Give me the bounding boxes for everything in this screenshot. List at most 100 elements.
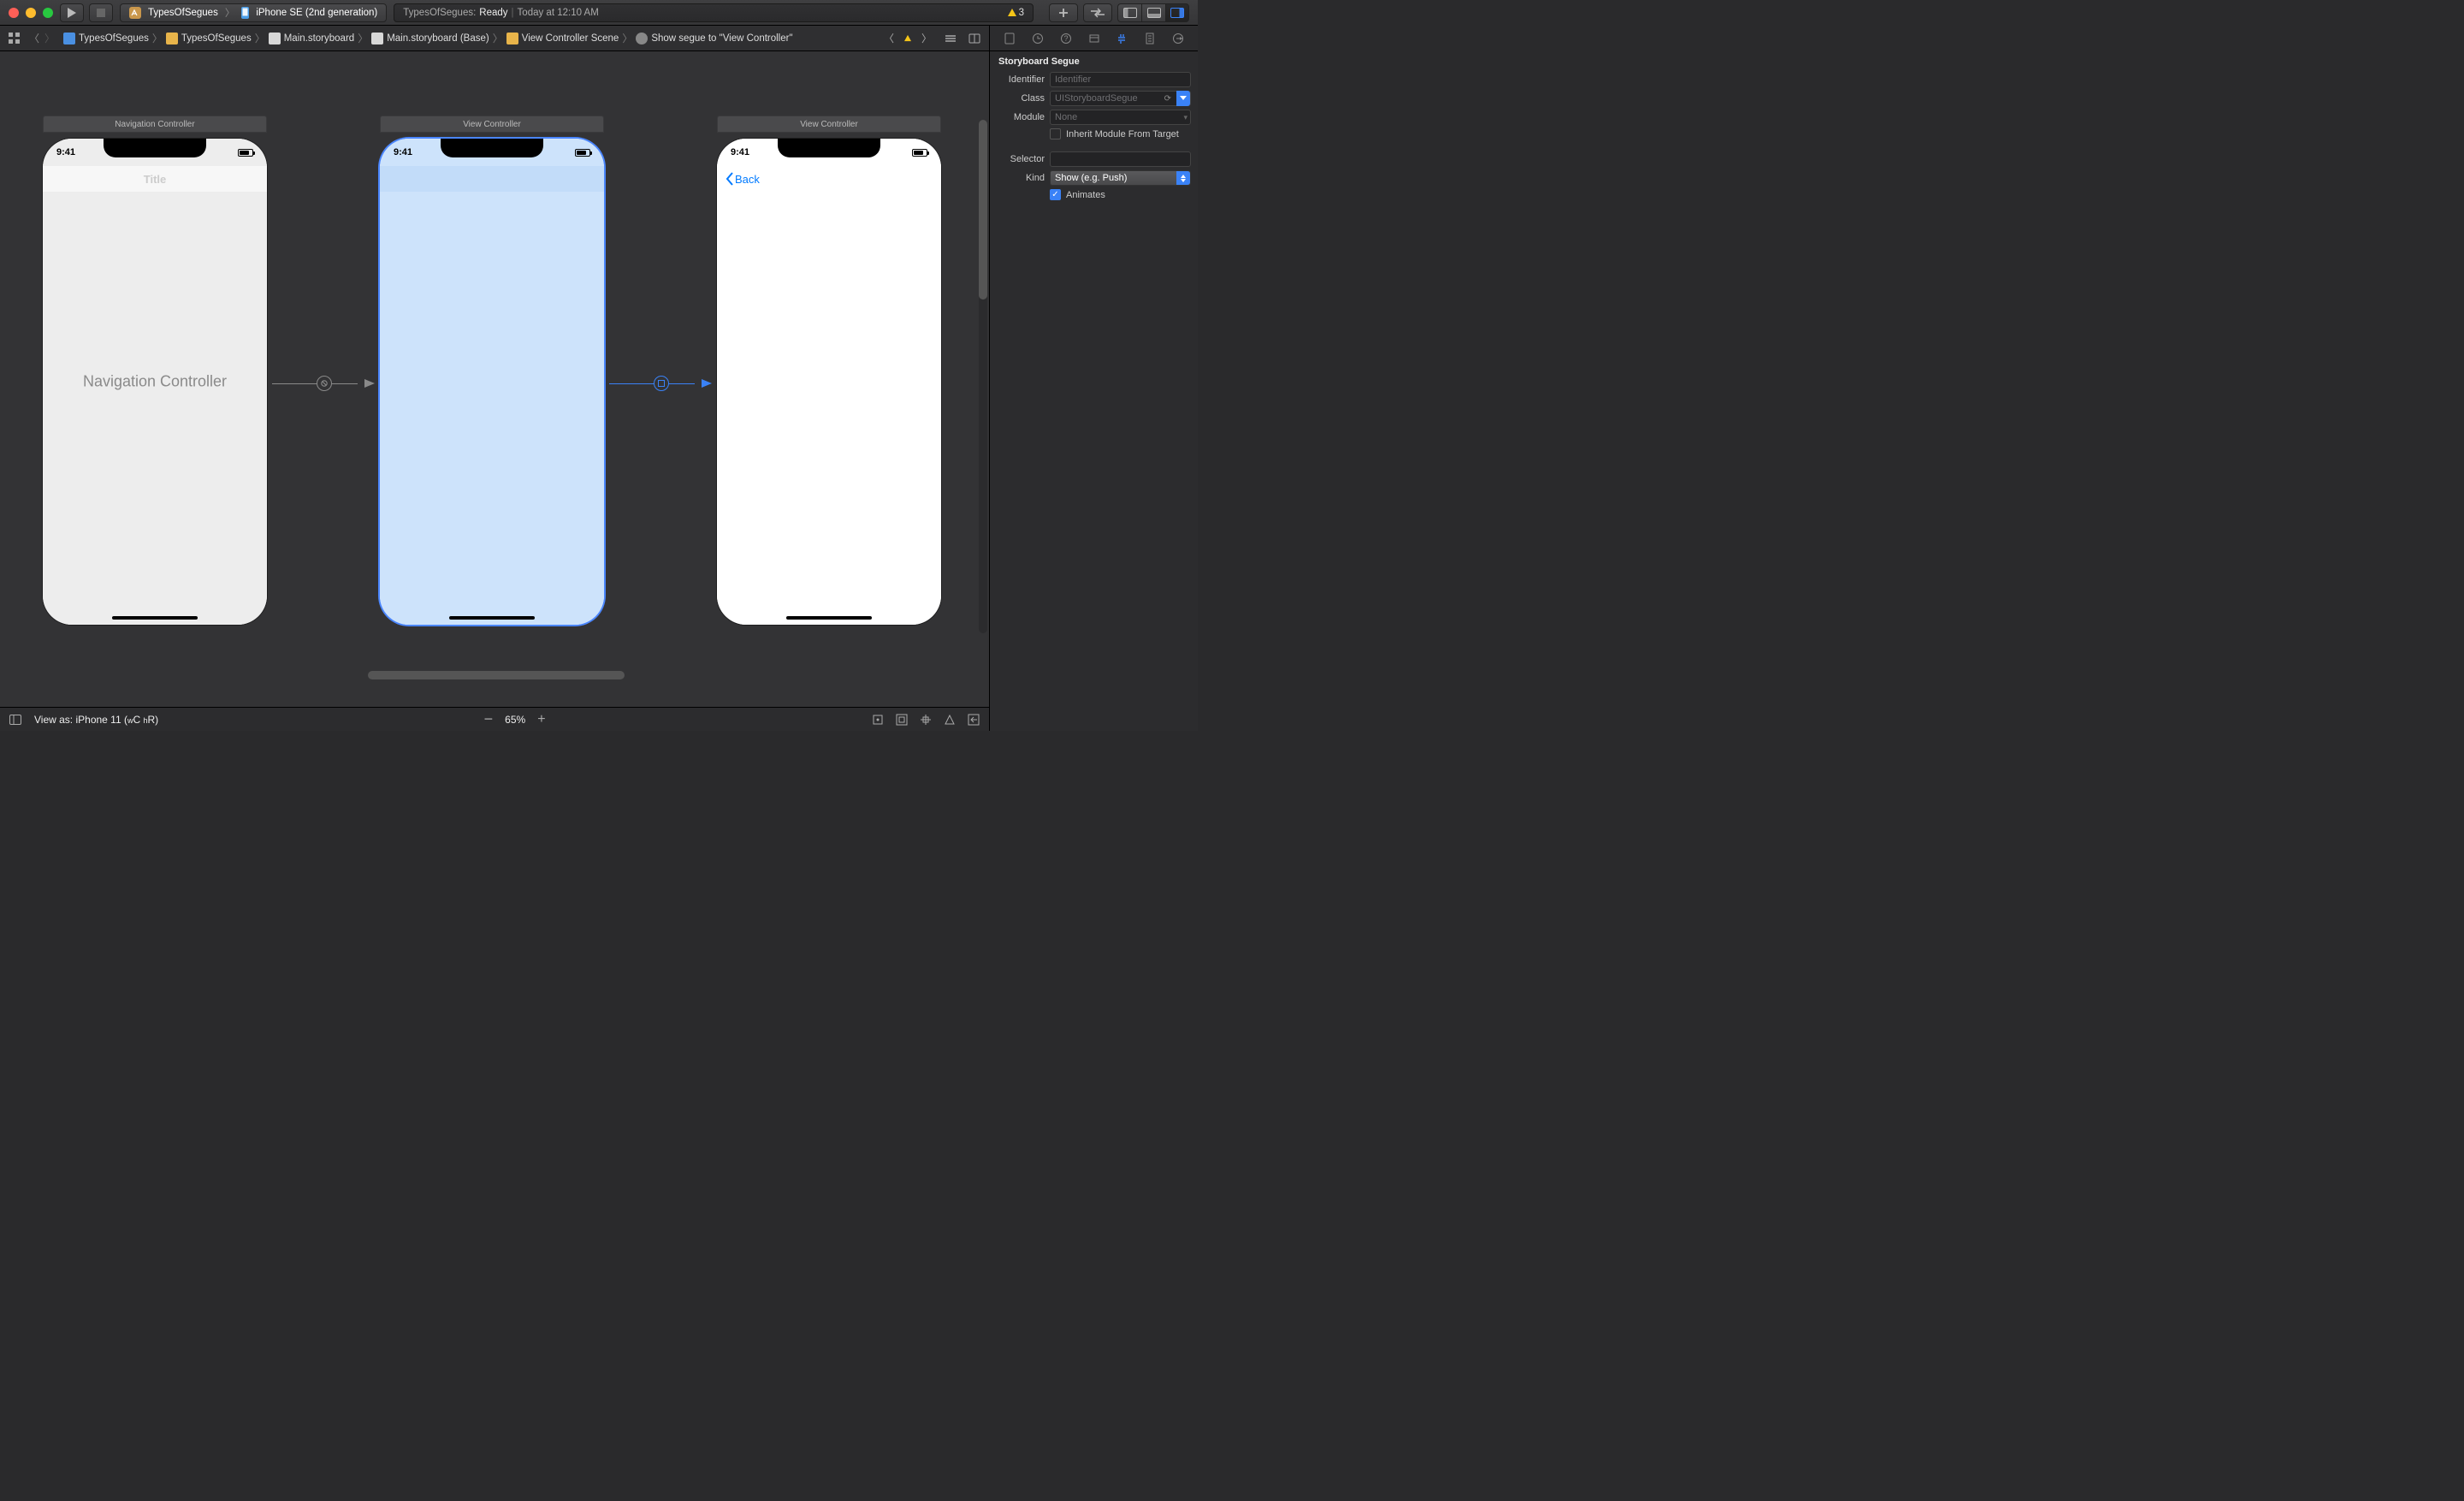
toggle-navigator-button[interactable] [1117,3,1141,22]
animates-checkbox[interactable] [1050,189,1061,200]
app-icon [129,7,141,19]
chevron-left-icon [726,172,733,186]
class-field[interactable]: UIStoryboardSegue⟳ [1050,91,1191,106]
segue-show[interactable] [609,383,712,384]
back-button[interactable]: Back [726,172,760,186]
zoom-in-button[interactable]: + [537,712,545,727]
zoom-level[interactable]: 65% [505,714,525,726]
notch-icon [778,139,880,157]
scheme-app-name: TypesOfSegues [148,8,218,18]
scene-navigation-controller[interactable]: Navigation Controller 9:41 Title Navigat… [43,116,267,625]
play-icon [68,8,76,18]
nav-bar: Back [717,166,941,192]
size-inspector-tab[interactable] [1141,30,1158,47]
warning-count[interactable]: 3 [1008,8,1024,18]
status-time: 9:41 [56,147,75,157]
module-label: Module [997,112,1045,122]
align-tool-icon[interactable] [871,713,885,727]
breadcrumb[interactable]: TypesOfSegues [163,33,255,44]
breadcrumb[interactable]: View Controller Scene [503,33,623,44]
add-editor-icon[interactable] [965,29,984,48]
connections-inspector-tab[interactable] [1170,30,1187,47]
segue-root-relationship[interactable] [272,383,375,384]
toggle-inspector-button[interactable] [1165,3,1189,22]
back-button[interactable]: 〈 [29,31,39,45]
scrollbar-vertical[interactable] [979,120,987,633]
breadcrumb[interactable]: Main.storyboard (Base) [368,33,493,44]
nav-bar [380,166,604,192]
breadcrumb[interactable]: TypesOfSegues [60,33,152,44]
help-inspector-tab[interactable]: ? [1057,30,1075,47]
toggle-debug-button[interactable] [1141,3,1165,22]
jump-bar: 〈 〉 TypesOfSegues 〉 TypesOfSegues 〉 Main… [0,26,989,51]
breadcrumb[interactable]: Show segue to "View Controller" [632,33,796,44]
history-inspector-tab[interactable] [1029,30,1046,47]
status-time: 9:41 [394,147,412,157]
plus-icon [1057,7,1069,19]
scene-icon [506,33,518,44]
pin-tool-icon[interactable] [919,713,933,727]
embed-in-icon[interactable] [967,713,980,727]
inherit-module-label: Inherit Module From Target [1066,129,1179,139]
class-dropdown-button[interactable] [1176,91,1190,106]
phone-mock: 9:41 Title Navigation Controller [43,139,267,625]
home-indicator-icon [112,616,198,620]
file-inspector-tab[interactable] [1001,30,1018,47]
close-window-icon[interactable] [9,8,19,18]
nav-controller-label: Navigation Controller [43,373,267,391]
cycle-icon[interactable]: ⟳ [1164,94,1171,104]
storyboard-base-icon [371,33,383,44]
zoom-out-button[interactable]: − [484,710,494,728]
identifier-field[interactable]: Identifier [1050,72,1191,87]
kind-dropdown[interactable]: Show (e.g. Push) [1050,170,1191,186]
scene-view-controller-detail[interactable]: View Controller 9:41 Back [717,116,941,625]
scene-label[interactable]: Navigation Controller [43,116,267,133]
identity-inspector-tab[interactable] [1086,30,1103,47]
battery-icon [575,149,590,157]
code-review-button[interactable] [1083,3,1112,22]
activity-project: TypesOfSegues: [403,8,476,18]
scene-label[interactable]: View Controller [380,116,604,133]
scene-view-controller-root[interactable]: View Controller 9:41 [380,116,604,625]
activity-sep: | [512,8,514,18]
home-indicator-icon [786,616,872,620]
storyboard-canvas[interactable]: Navigation Controller 9:41 Title Navigat… [0,51,989,707]
inherit-module-checkbox[interactable] [1050,128,1061,139]
view-as-label[interactable]: View as: iPhone 11 (wC hR) [34,714,158,726]
breadcrumb[interactable]: Main.storyboard [265,33,358,44]
attributes-inspector-tab[interactable] [1113,30,1130,47]
zoom-window-icon[interactable] [43,8,53,18]
issues-prev-icon[interactable]: 〈 [880,29,898,48]
scheme-selector[interactable]: TypesOfSegues 〉 iPhone SE (2nd generatio… [120,3,387,22]
library-button[interactable] [1049,3,1078,22]
forward-button[interactable]: 〉 [44,31,55,45]
scrollbar-horizontal[interactable] [368,671,625,679]
selector-field[interactable] [1050,151,1191,167]
battery-icon [912,149,927,157]
battery-icon [238,149,253,157]
warning-icon [1008,9,1016,16]
panel-toggles [1117,3,1189,22]
module-field[interactable]: None▾ [1050,110,1191,125]
issues-next-icon[interactable]: 〉 [917,29,936,48]
zoom-controls: − 65% + [484,710,546,728]
warning-icon[interactable] [904,35,911,41]
folder-icon [166,33,178,44]
scene-label[interactable]: View Controller [717,116,941,133]
stop-button[interactable] [89,3,113,22]
window-controls [9,8,53,18]
inspector-tabs: ? [990,26,1198,51]
scheme-divider: 〉 [225,6,235,20]
status-time: 9:41 [731,147,749,157]
animates-label: Animates [1066,190,1105,200]
adjust-editor-icon[interactable] [941,29,960,48]
document-outline-toggle-icon[interactable] [9,713,22,727]
embed-tool-icon[interactable] [895,713,909,727]
minimize-window-icon[interactable] [26,8,36,18]
segue-icon [636,33,648,44]
run-button[interactable] [60,3,84,22]
swap-arrows-icon [1090,8,1105,18]
resolve-tool-icon[interactable] [943,713,957,727]
related-items-icon[interactable] [5,29,24,48]
phone-mock: 9:41 Back [717,139,941,625]
